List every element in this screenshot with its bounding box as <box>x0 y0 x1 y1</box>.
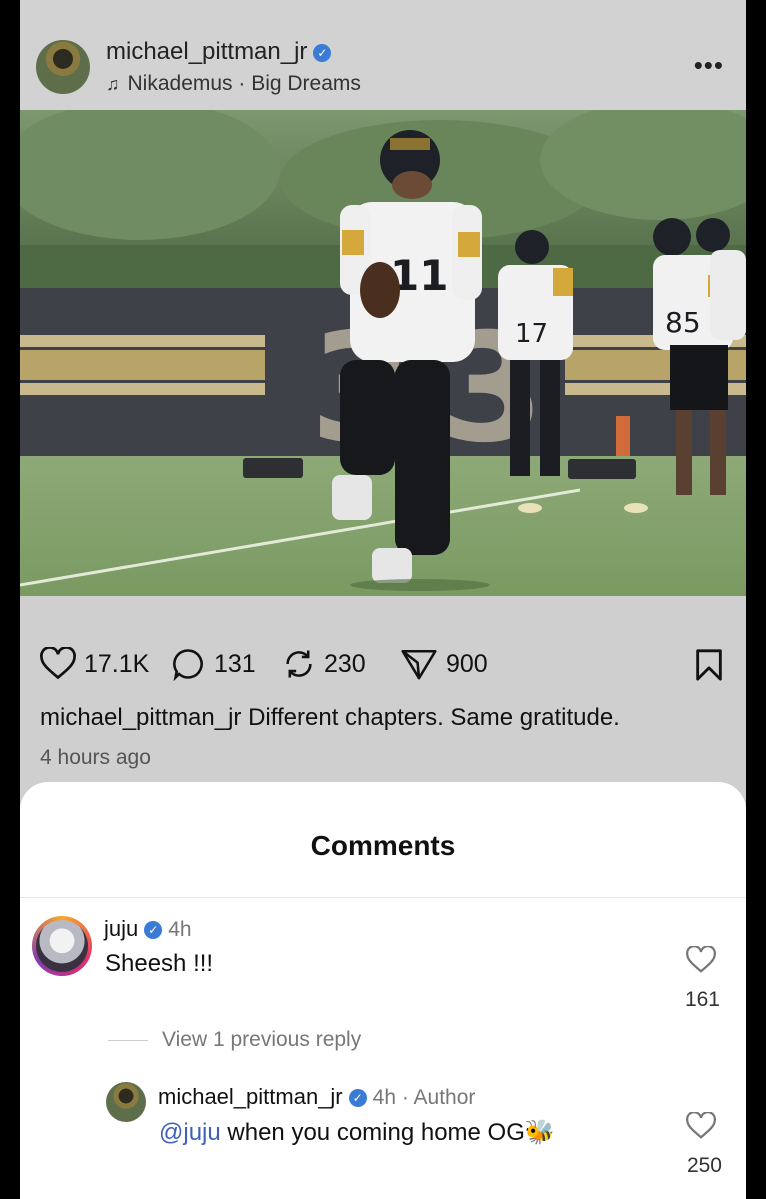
caption-text: Different chapters. Same gratitude. <box>248 704 620 731</box>
share-count: 900 <box>446 649 488 678</box>
post-actions: 17.1K 131 230 900 michael_pittman_jr Dif… <box>20 596 746 786</box>
repost-button[interactable]: 230 <box>282 646 366 682</box>
view-replies-button[interactable]: View 1 previous reply <box>108 1028 361 1052</box>
divider <box>108 1039 148 1041</box>
svg-text:17: 17 <box>515 319 548 349</box>
bookmark-button[interactable] <box>694 648 724 687</box>
verified-icon: ✓ <box>313 44 332 62</box>
repost-count: 230 <box>324 649 366 678</box>
heart-icon <box>686 945 716 973</box>
comment-count: 131 <box>214 649 256 678</box>
comment-time: 4h <box>168 918 192 941</box>
reply-header: michael_pittman_jr ✓ 4h · Author <box>158 1084 475 1110</box>
comment-like-button[interactable] <box>686 945 716 979</box>
like-button[interactable]: 17.1K <box>40 646 149 682</box>
post-photo[interactable]: 3 3 17 85 <box>20 110 746 596</box>
verified-icon: ✓ <box>348 1089 367 1107</box>
heart-icon <box>40 647 76 680</box>
reply-like-button[interactable] <box>686 1111 716 1145</box>
caption-username[interactable]: michael_pittman_jr <box>40 704 241 731</box>
reply-like-count: 250 <box>686 1154 722 1177</box>
post-header: michael_pittman_jr ✓ ♫ Nikademus · Big Dre… <box>20 0 746 110</box>
more-horizontal-icon[interactable]: ••• <box>694 50 724 81</box>
post-caption: michael_pittman_jr Different chapters. S… <box>40 704 620 732</box>
post-timestamp: 4 hours ago <box>40 746 151 769</box>
commenter-avatar[interactable] <box>32 916 92 976</box>
heart-icon <box>686 1111 716 1139</box>
comment-header: juju ✓ 4h <box>104 916 192 942</box>
share-button[interactable]: 900 <box>400 646 488 682</box>
post-screen: michael_pittman_jr ✓ ♫ Nikademus · Big Dre… <box>20 0 746 1199</box>
reply-time: 4h · Author <box>372 1086 476 1109</box>
reply-body: when you coming home OG🐝 <box>227 1119 555 1146</box>
comment-text: Sheesh !!! <box>105 950 214 977</box>
author-username[interactable]: michael_pittman_jr <box>106 38 307 65</box>
reply-text: @juju when you coming home OG🐝 <box>159 1118 555 1147</box>
divider <box>20 897 746 898</box>
music-track[interactable]: ♫ Nikademus · Big Dreams <box>106 72 361 96</box>
comment-bubble-icon <box>173 649 203 681</box>
svg-text:85: 85 <box>665 306 701 339</box>
music-note-icon: ♫ <box>106 74 120 94</box>
music-track-label: Nikademus · Big Dreams <box>127 72 361 95</box>
comment-button[interactable]: 131 <box>172 646 256 682</box>
football-practice-photo: 3 3 17 85 <box>20 110 746 596</box>
send-icon <box>401 649 437 680</box>
repost-icon <box>286 650 312 678</box>
bookmark-icon <box>696 649 722 681</box>
like-count: 17.1K <box>84 649 150 678</box>
reply-username[interactable]: michael_pittman_jr <box>158 1084 343 1109</box>
comments-sheet: Comments juju ✓ 4h Sheesh !!! 161 View 1 p… <box>20 782 746 1199</box>
comments-title: Comments <box>310 830 456 861</box>
reply-mention[interactable]: @juju <box>159 1119 221 1146</box>
reply-author-avatar[interactable] <box>106 1082 146 1122</box>
commenter-username[interactable]: juju <box>104 916 138 941</box>
author-avatar[interactable] <box>36 40 90 94</box>
comment-like-count: 161 <box>684 988 720 1011</box>
verified-icon: ✓ <box>144 921 163 939</box>
view-replies-label: View 1 previous reply <box>162 1028 362 1051</box>
